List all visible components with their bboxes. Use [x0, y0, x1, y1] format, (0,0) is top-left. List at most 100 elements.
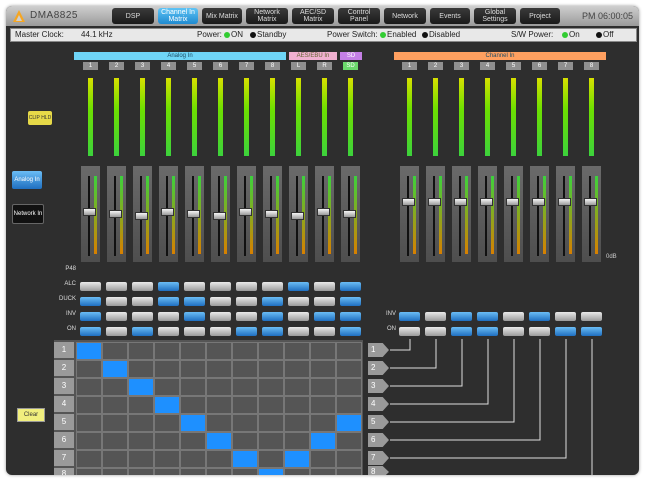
- matrix-cell-r7-c9[interactable]: [284, 450, 310, 468]
- matrix-cell-r8-c6[interactable]: [206, 468, 232, 475]
- matrix-cell-r7-c6[interactable]: [206, 450, 232, 468]
- matrix-cell-r1-c9[interactable]: [284, 342, 310, 360]
- tab-global-settings[interactable]: Global Settings: [474, 8, 516, 24]
- matrix-cell-r6-c7[interactable]: [232, 432, 258, 450]
- inv-button-9[interactable]: [288, 312, 309, 321]
- matrix-cell-r5-c2[interactable]: [102, 414, 128, 432]
- fader-knob-9[interactable]: [291, 212, 304, 220]
- channel-in-on-button-6[interactable]: [529, 327, 550, 336]
- inv-button-7[interactable]: [236, 312, 257, 321]
- network-in-button[interactable]: Network In: [12, 204, 44, 224]
- channel-in-inv-button-2[interactable]: [425, 312, 446, 321]
- fader-knob-2[interactable]: [109, 210, 122, 218]
- matrix-cell-r8-c8[interactable]: [258, 468, 284, 475]
- tab-network[interactable]: Network: [384, 8, 426, 24]
- alc-button-5[interactable]: [184, 282, 205, 291]
- matrix-cell-r3-c10[interactable]: [310, 378, 336, 396]
- on-button-10[interactable]: [314, 327, 335, 336]
- matrix-cell-r5-c4[interactable]: [154, 414, 180, 432]
- matrix-cell-r8-c9[interactable]: [284, 468, 310, 475]
- tab-channel-in-matrix[interactable]: Channel In Matrix: [158, 8, 198, 24]
- matrix-cell-r5-c6[interactable]: [206, 414, 232, 432]
- clip-hold-button[interactable]: CLIP HLD: [28, 111, 52, 125]
- tab-control-panel[interactable]: Control Panel: [338, 8, 380, 24]
- matrix-cell-r6-c3[interactable]: [128, 432, 154, 450]
- alc-button-4[interactable]: [158, 282, 179, 291]
- clear-button[interactable]: Clear: [17, 408, 45, 422]
- inv-button-3[interactable]: [132, 312, 153, 321]
- channel-in-on-button-2[interactable]: [425, 327, 446, 336]
- power-standby-option[interactable]: Standby: [249, 30, 286, 39]
- channel-in-inv-button-7[interactable]: [555, 312, 576, 321]
- matrix-cell-r7-c3[interactable]: [128, 450, 154, 468]
- duck-button-6[interactable]: [210, 297, 231, 306]
- matrix-cell-r5-c5[interactable]: [180, 414, 206, 432]
- channel-in-inv-button-3[interactable]: [451, 312, 472, 321]
- matrix-cell-r4-c9[interactable]: [284, 396, 310, 414]
- duck-button-8[interactable]: [262, 297, 283, 306]
- matrix-cell-r4-c5[interactable]: [180, 396, 206, 414]
- matrix-cell-r7-c8[interactable]: [258, 450, 284, 468]
- power-switch-disabled-option[interactable]: Disabled: [421, 30, 460, 39]
- fader-knob-8[interactable]: [265, 210, 278, 218]
- matrix-cell-r1-c4[interactable]: [154, 342, 180, 360]
- matrix-cell-r2-c11[interactable]: [336, 360, 362, 378]
- inv-button-5[interactable]: [184, 312, 205, 321]
- power-switch-enabled-option[interactable]: Enabled: [379, 30, 416, 39]
- channel-in-on-button-5[interactable]: [503, 327, 524, 336]
- matrix-cell-r4-c11[interactable]: [336, 396, 362, 414]
- duck-button-5[interactable]: [184, 297, 205, 306]
- duck-button-2[interactable]: [106, 297, 127, 306]
- matrix-cell-r7-c11[interactable]: [336, 450, 362, 468]
- on-button-6[interactable]: [210, 327, 231, 336]
- matrix-cell-r2-c2[interactable]: [102, 360, 128, 378]
- matrix-cell-r8-c4[interactable]: [154, 468, 180, 475]
- matrix-cell-r4-c1[interactable]: [76, 396, 102, 414]
- matrix-cell-r8-c2[interactable]: [102, 468, 128, 475]
- inv-button-11[interactable]: [340, 312, 361, 321]
- matrix-cell-r1-c11[interactable]: [336, 342, 362, 360]
- tab-mix-matrix[interactable]: Mix Matrix: [202, 8, 242, 24]
- matrix-cell-r2-c1[interactable]: [76, 360, 102, 378]
- matrix-cell-r3-c3[interactable]: [128, 378, 154, 396]
- on-button-5[interactable]: [184, 327, 205, 336]
- channel-in-fader-knob-6[interactable]: [532, 198, 545, 206]
- inv-button-10[interactable]: [314, 312, 335, 321]
- fader-knob-7[interactable]: [239, 208, 252, 216]
- matrix-cell-r8-c5[interactable]: [180, 468, 206, 475]
- matrix-cell-r3-c5[interactable]: [180, 378, 206, 396]
- alc-button-6[interactable]: [210, 282, 231, 291]
- channel-in-on-button-4[interactable]: [477, 327, 498, 336]
- matrix-cell-r8-c11[interactable]: [336, 468, 362, 475]
- matrix-cell-r6-c6[interactable]: [206, 432, 232, 450]
- duck-button-9[interactable]: [288, 297, 309, 306]
- matrix-cell-r1-c3[interactable]: [128, 342, 154, 360]
- matrix-cell-r8-c3[interactable]: [128, 468, 154, 475]
- matrix-cell-r1-c10[interactable]: [310, 342, 336, 360]
- matrix-cell-r6-c10[interactable]: [310, 432, 336, 450]
- matrix-cell-r4-c3[interactable]: [128, 396, 154, 414]
- matrix-cell-r3-c7[interactable]: [232, 378, 258, 396]
- on-button-11[interactable]: [340, 327, 361, 336]
- matrix-cell-r2-c8[interactable]: [258, 360, 284, 378]
- duck-button-7[interactable]: [236, 297, 257, 306]
- duck-button-4[interactable]: [158, 297, 179, 306]
- inv-button-6[interactable]: [210, 312, 231, 321]
- channel-in-fader-knob-8[interactable]: [584, 198, 597, 206]
- matrix-cell-r3-c8[interactable]: [258, 378, 284, 396]
- matrix-cell-r7-c2[interactable]: [102, 450, 128, 468]
- alc-button-2[interactable]: [106, 282, 127, 291]
- matrix-cell-r5-c1[interactable]: [76, 414, 102, 432]
- fader-knob-4[interactable]: [161, 208, 174, 216]
- matrix-cell-r2-c4[interactable]: [154, 360, 180, 378]
- channel-in-inv-button-5[interactable]: [503, 312, 524, 321]
- matrix-cell-r2-c7[interactable]: [232, 360, 258, 378]
- fader-knob-6[interactable]: [213, 212, 226, 220]
- matrix-cell-r8-c7[interactable]: [232, 468, 258, 475]
- matrix-cell-r2-c6[interactable]: [206, 360, 232, 378]
- matrix-cell-r2-c3[interactable]: [128, 360, 154, 378]
- inv-button-1[interactable]: [80, 312, 101, 321]
- matrix-cell-r7-c7[interactable]: [232, 450, 258, 468]
- analog-in-button[interactable]: Analog In: [12, 171, 42, 189]
- matrix-cell-r6-c11[interactable]: [336, 432, 362, 450]
